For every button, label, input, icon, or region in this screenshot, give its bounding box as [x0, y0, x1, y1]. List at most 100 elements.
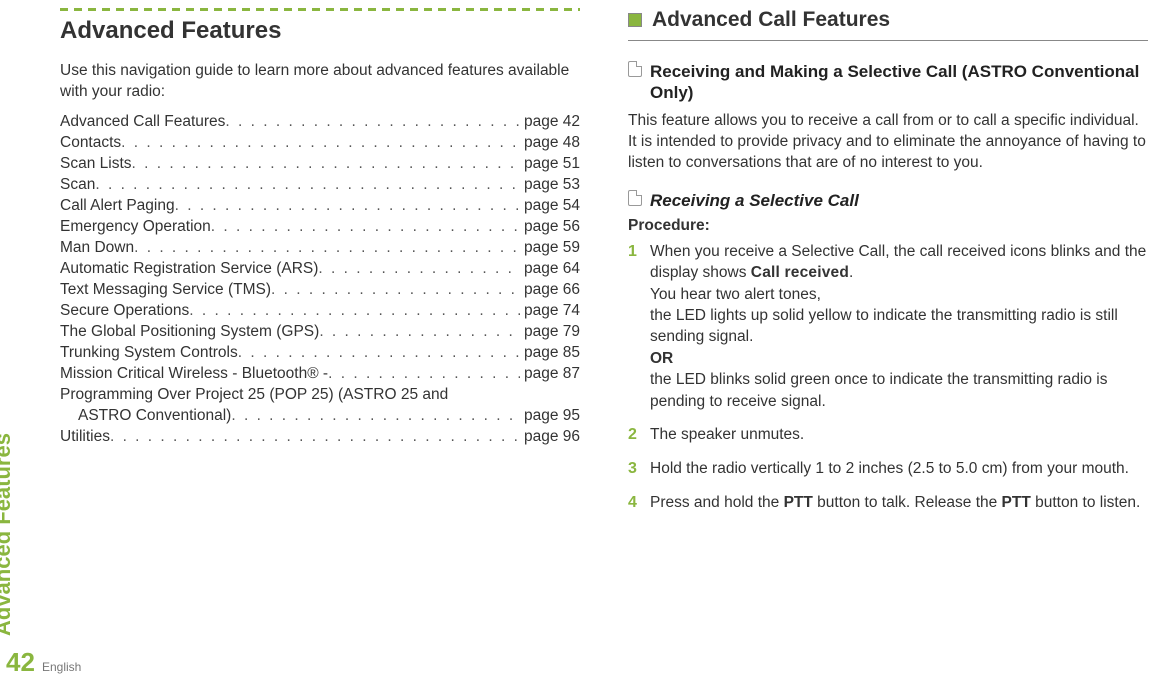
toc-label: Scan: [60, 176, 95, 194]
toc-dots: [271, 281, 520, 299]
toc-dots: [110, 428, 520, 446]
toc-label: Call Alert Paging: [60, 197, 175, 215]
toc-row: The Global Positioning System (GPS) page …: [60, 323, 580, 341]
toc-page: page 48: [520, 134, 580, 152]
step-number: 3: [628, 458, 650, 480]
toc-row: Automatic Registration Service (ARS) page…: [60, 260, 580, 278]
toc-page: page 64: [520, 260, 580, 278]
ptt-label: PTT: [784, 494, 813, 511]
left-column: Advanced Features Use this navigation gu…: [60, 8, 580, 696]
toc-label: ASTRO Conventional): [78, 407, 231, 425]
toc-dots: [189, 302, 520, 320]
toc-label: Scan Lists: [60, 155, 132, 173]
step: 4 Press and hold the PTT button to talk.…: [628, 492, 1148, 514]
paragraph: This feature allows you to receive a cal…: [628, 110, 1148, 174]
toc-dots: [95, 176, 520, 194]
toc-row: ASTRO Conventional) page 95: [60, 407, 580, 425]
toc-page: page 54: [520, 197, 580, 215]
dashed-rule: [60, 8, 580, 11]
book-icon: [628, 61, 642, 77]
chapter-title: Advanced Features: [60, 17, 580, 45]
toc-label: Mission Critical Wireless - Bluetooth® -: [60, 365, 328, 383]
toc-page: page 96: [520, 428, 580, 446]
toc-dots: [132, 155, 520, 173]
step-body: When you receive a Selective Call, the c…: [650, 241, 1148, 412]
toc-page: page 85: [520, 344, 580, 362]
toc-label: Trunking System Controls: [60, 344, 238, 362]
step-text: .: [849, 264, 853, 281]
toc-page: page 79: [520, 323, 580, 341]
subsection-row: Receiving and Making a Selective Call (A…: [628, 61, 1148, 104]
toc-row: Text Messaging Service (TMS) page 66: [60, 281, 580, 299]
toc-label: The Global Positioning System (GPS): [60, 323, 319, 341]
step-number: 4: [628, 492, 650, 514]
step-text: You hear two alert tones,: [650, 286, 821, 303]
side-section-label: Advanced Features: [0, 433, 16, 636]
step-body: The speaker unmutes.: [650, 424, 1148, 446]
toc-page: page 87: [520, 365, 580, 383]
subsection-title: Receiving a Selective Call: [650, 190, 859, 211]
toc-label: Man Down: [60, 239, 134, 257]
step-text: button to talk. Release the: [813, 494, 1002, 511]
subsection-title: Receiving and Making a Selective Call (A…: [650, 61, 1148, 104]
book-icon: [628, 190, 642, 206]
display-text: Call received: [751, 264, 849, 281]
toc-row: Trunking System Controls page 85: [60, 344, 580, 362]
toc-row: Advanced Call Features page 42: [60, 113, 580, 131]
step-number: 1: [628, 241, 650, 412]
toc-dots: [211, 218, 520, 236]
square-bullet-icon: [628, 13, 642, 27]
intro-text: Use this navigation guide to learn more …: [60, 61, 580, 103]
subsection-row: Receiving a Selective Call: [628, 190, 1148, 211]
step-text: the LED blinks solid green once to indic…: [650, 371, 1108, 409]
toc-dots: [225, 113, 520, 131]
toc-page: page 95: [520, 407, 580, 425]
toc-row-wrapped: Programming Over Project 25 (POP 25) (AS…: [60, 386, 580, 425]
step-body: Hold the radio vertically 1 to 2 inches …: [650, 458, 1148, 480]
ptt-label: PTT: [1002, 494, 1031, 511]
step-text: When you receive a Selective Call, the c…: [650, 243, 1146, 281]
page-content: Advanced Features Use this navigation gu…: [60, 0, 1148, 696]
procedure-label: Procedure:: [628, 217, 1148, 235]
step-number: 2: [628, 424, 650, 446]
toc-row: Scan page 53: [60, 176, 580, 194]
step-text: the LED lights up solid yellow to indica…: [650, 307, 1118, 345]
step-body: Press and hold the PTT button to talk. R…: [650, 492, 1148, 514]
toc-page: page 66: [520, 281, 580, 299]
toc-label: Contacts: [60, 134, 121, 152]
toc-page: page 53: [520, 176, 580, 194]
toc-dots: [328, 365, 520, 383]
toc-dots: [121, 134, 520, 152]
section-header-row: Advanced Call Features: [628, 8, 1148, 32]
toc-dots: [175, 197, 520, 215]
page-number: 42: [6, 647, 35, 678]
step: 2 The speaker unmutes.: [628, 424, 1148, 446]
toc-dots: [231, 407, 520, 425]
toc-row: Secure Operationspage 74: [60, 302, 580, 320]
toc-row: Call Alert Paging page 54: [60, 197, 580, 215]
toc-page: page 74: [520, 302, 580, 320]
toc-row: Contacts page 48: [60, 134, 580, 152]
toc-label: Automatic Registration Service (ARS): [60, 260, 318, 278]
toc-page: page 56: [520, 218, 580, 236]
toc-page: page 51: [520, 155, 580, 173]
toc-label: Utilities: [60, 428, 110, 446]
toc-dots: [319, 323, 520, 341]
toc-dots: [134, 239, 520, 257]
step-text: button to listen.: [1031, 494, 1140, 511]
toc-row: Utilities page 96: [60, 428, 580, 446]
step: 3 Hold the radio vertically 1 to 2 inche…: [628, 458, 1148, 480]
or-label: OR: [650, 350, 673, 367]
toc-label: Emergency Operation: [60, 218, 211, 236]
section-title: Advanced Call Features: [652, 8, 890, 32]
toc-page: page 42: [520, 113, 580, 131]
toc-label: Text Messaging Service (TMS): [60, 281, 271, 299]
step-text: Press and hold the: [650, 494, 784, 511]
toc-label-line1: Programming Over Project 25 (POP 25) (AS…: [60, 386, 580, 404]
toc-label: Advanced Call Features: [60, 113, 225, 131]
toc-row: Mission Critical Wireless - Bluetooth® -…: [60, 365, 580, 383]
toc-page: page 59: [520, 239, 580, 257]
step: 1 When you receive a Selective Call, the…: [628, 241, 1148, 412]
toc-row: Man Down page 59: [60, 239, 580, 257]
toc-dots: [238, 344, 520, 362]
